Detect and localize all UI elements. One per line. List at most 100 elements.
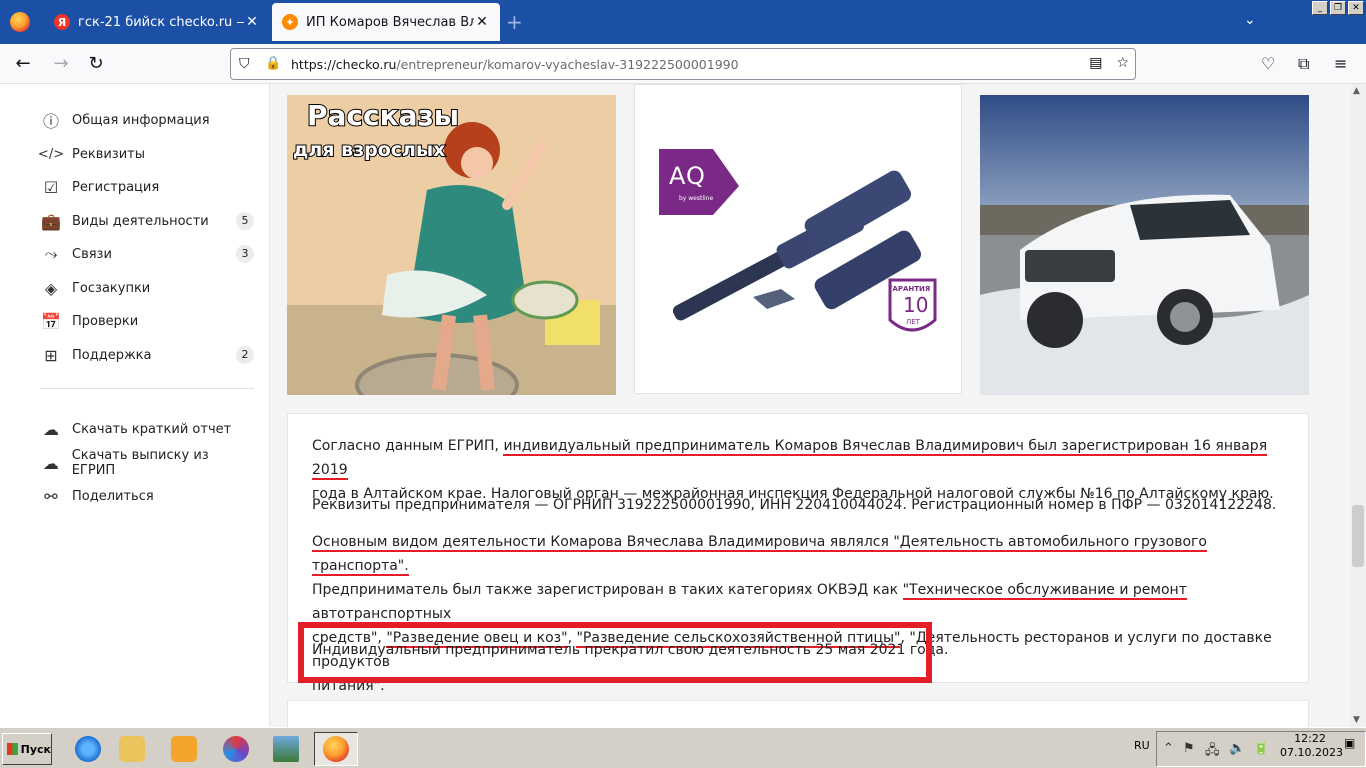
scroll-up-icon[interactable]: ▲ — [1353, 86, 1360, 96]
pocket-icon[interactable]: ♡ — [1261, 54, 1275, 73]
picture-icon — [273, 736, 299, 762]
download-short-report-link[interactable]: ☁ Скачать краткий отчет — [40, 417, 254, 441]
list-all-tabs-icon[interactable]: ⌄ — [1244, 12, 1256, 28]
calendar-check-icon: 📅 — [41, 311, 61, 331]
url-text[interactable]: https://checko.ru/entrepreneur/komarov-v… — [291, 57, 739, 72]
next-section-card — [287, 700, 1309, 727]
page-viewport: ⓘ Общая информация </> Реквизиты ☑ Регис… — [0, 84, 1350, 727]
share-link[interactable]: ⚯ Поделиться — [40, 484, 254, 508]
sidebar-item-label: Общая информация — [72, 112, 210, 128]
action-label: Поделиться — [72, 488, 154, 504]
back-icon[interactable]: ← — [12, 53, 34, 75]
warranty-label-bottom: ЛЕТ — [906, 318, 920, 326]
tracking-protection-icon[interactable]: ⛉ — [239, 56, 250, 72]
show-hidden-icons-icon[interactable]: ⌃ — [1163, 741, 1174, 756]
reload-icon[interactable]: ↻ — [85, 53, 107, 75]
volume-icon[interactable]: 🔈 — [1229, 741, 1245, 756]
minimize-icon[interactable]: _ — [1312, 1, 1328, 15]
layers-icon: ◈ — [44, 278, 58, 298]
media-player-app[interactable] — [162, 732, 206, 766]
firefox-menu-icon[interactable] — [10, 12, 30, 32]
cloud-download-icon: ☁ — [42, 453, 59, 473]
language-indicator[interactable]: RU — [1134, 739, 1150, 752]
brand-logo-sub: by westline — [679, 195, 714, 202]
reader-view-icon[interactable]: ▤ — [1089, 55, 1102, 71]
browser-toolbar: ← → ↻ ⛉ 🔒 https://checko.ru/entrepreneur… — [0, 44, 1366, 84]
address-bar[interactable]: ⛉ 🔒 https://checko.ru/entrepreneur/komar… — [230, 48, 1136, 80]
ad-banner-car[interactable] — [980, 95, 1309, 395]
scrollbar-thumb[interactable] — [1352, 505, 1364, 567]
ad-banner-aq-westline[interactable]: AQ by westline ГАРАНТИЯ 10 ЛЕТ — [634, 84, 962, 394]
suv-photo — [980, 95, 1309, 395]
sidebar-item-label: Связи — [72, 246, 112, 262]
count-badge: 3 — [236, 245, 254, 263]
close-window-icon[interactable]: ✕ — [1348, 1, 1364, 15]
sidebar-item-activities[interactable]: 💼 Виды деятельности 5 — [40, 209, 254, 233]
tab-title: гск-21 бийск checko.ru — Яндекс — [78, 14, 244, 30]
colorful-sphere-icon — [223, 736, 249, 762]
lock-icon[interactable]: 🔒 — [265, 56, 281, 71]
download-egrip-extract-link[interactable]: ☁ Скачать выписку из ЕГРИП — [40, 448, 254, 478]
close-tab-icon[interactable]: ✕ — [474, 14, 490, 30]
ad-title: Рассказы — [306, 98, 460, 133]
highlighted-text: Основным видом деятельности Комарова Вяч… — [312, 534, 1207, 576]
paragraph-text: Предприниматель был также зарегистрирова… — [312, 582, 903, 598]
product-image — [635, 85, 961, 393]
count-badge: 2 — [236, 346, 254, 364]
checkbox-icon: ☑ — [43, 177, 59, 197]
sidebar-item-requisites[interactable]: </> Реквизиты — [37, 142, 254, 166]
share-icon: ⚯ — [44, 486, 58, 506]
sidebar-item-connections[interactable]: ⤳ Связи 3 — [40, 242, 254, 266]
action-label: Скачать краткий отчет — [72, 421, 232, 437]
new-tab-icon[interactable]: + — [506, 10, 523, 34]
show-desktop-icon[interactable]: ▣ — [1344, 736, 1358, 760]
requisites-paragraph: Реквизиты предпринимателя — ОГРНИП 31922… — [312, 497, 1277, 513]
folder-icon — [119, 736, 145, 762]
url-actions: ▤ ☆ — [1089, 55, 1129, 71]
menu-hamburger-icon[interactable]: ≡ — [1334, 54, 1347, 73]
checko-favicon-icon: ✦ — [282, 14, 298, 30]
page-scrollbar[interactable]: ▲ ▼ — [1350, 84, 1366, 727]
info-icon: ⓘ — [42, 112, 59, 131]
media-player-icon — [171, 736, 197, 762]
tab-yandex-search[interactable]: Я гск-21 бийск checko.ru — Яндекс ✕ — [44, 3, 270, 41]
forward-icon[interactable]: → — [50, 53, 72, 75]
power-icon[interactable]: 🔋 — [1253, 741, 1269, 756]
firefox-app[interactable] — [314, 732, 358, 766]
sidebar-item-support[interactable]: ⊞ Поддержка 2 — [40, 343, 254, 367]
code-icon: </> — [37, 146, 65, 162]
browser-app-round[interactable] — [214, 732, 258, 766]
browser-tab-strip: Я гск-21 бийск checko.ru — Яндекс ✕ ✦ ИП… — [0, 0, 1366, 44]
sidebar-item-inspections[interactable]: 📅 Проверки — [40, 309, 254, 333]
warranty-number: 10 — [903, 293, 929, 317]
file-explorer-app[interactable] — [110, 732, 154, 766]
sidebar-item-general-info[interactable]: ⓘ Общая информация — [40, 108, 254, 132]
warranty-label-top: ГАРАНТИЯ — [888, 285, 931, 293]
yandex-favicon-icon: Я — [54, 14, 70, 30]
action-center-icon[interactable]: ⚑ — [1183, 741, 1195, 756]
image-viewer-app[interactable] — [264, 732, 308, 766]
close-tab-icon[interactable]: ✕ — [244, 14, 260, 30]
sidebar-item-registration[interactable]: ☑ Регистрация — [40, 175, 254, 199]
start-button[interactable]: Пуск — [2, 733, 52, 765]
firefox-icon — [323, 736, 349, 762]
maximize-icon[interactable]: ❐ — [1330, 1, 1346, 15]
sidebar-item-label: Проверки — [72, 313, 139, 329]
network-icon[interactable]: 🖧 — [1205, 741, 1220, 763]
scroll-down-icon[interactable]: ▼ — [1353, 715, 1360, 725]
sidebar-item-procurement[interactable]: ◈ Госзакупки — [40, 276, 254, 300]
tab-checko-entrepreneur[interactable]: ✦ ИП Комаров Вячеслав Владимирович ✕ — [272, 3, 500, 41]
windows-logo-icon — [7, 743, 18, 755]
internet-explorer-app[interactable] — [66, 732, 110, 766]
taskbar-clock[interactable]: 12:22 07.10.2023 — [1280, 732, 1343, 760]
sidebar-item-label: Госзакупки — [72, 280, 151, 296]
extensions-icon[interactable]: ⧉ — [1298, 54, 1309, 74]
clock-date: 07.10.2023 — [1280, 746, 1343, 759]
bookmark-star-icon[interactable]: ☆ — [1116, 55, 1129, 71]
sidebar-item-label: Поддержка — [72, 347, 152, 363]
start-label: Пуск — [20, 742, 51, 756]
sidebar: ⓘ Общая информация </> Реквизиты ☑ Регис… — [0, 84, 270, 727]
internet-explorer-icon — [75, 736, 101, 762]
ad-banner-stories[interactable]: Рассказы для взрослых — [287, 95, 616, 395]
tab-title: ИП Комаров Вячеслав Владимирович — [306, 14, 474, 30]
